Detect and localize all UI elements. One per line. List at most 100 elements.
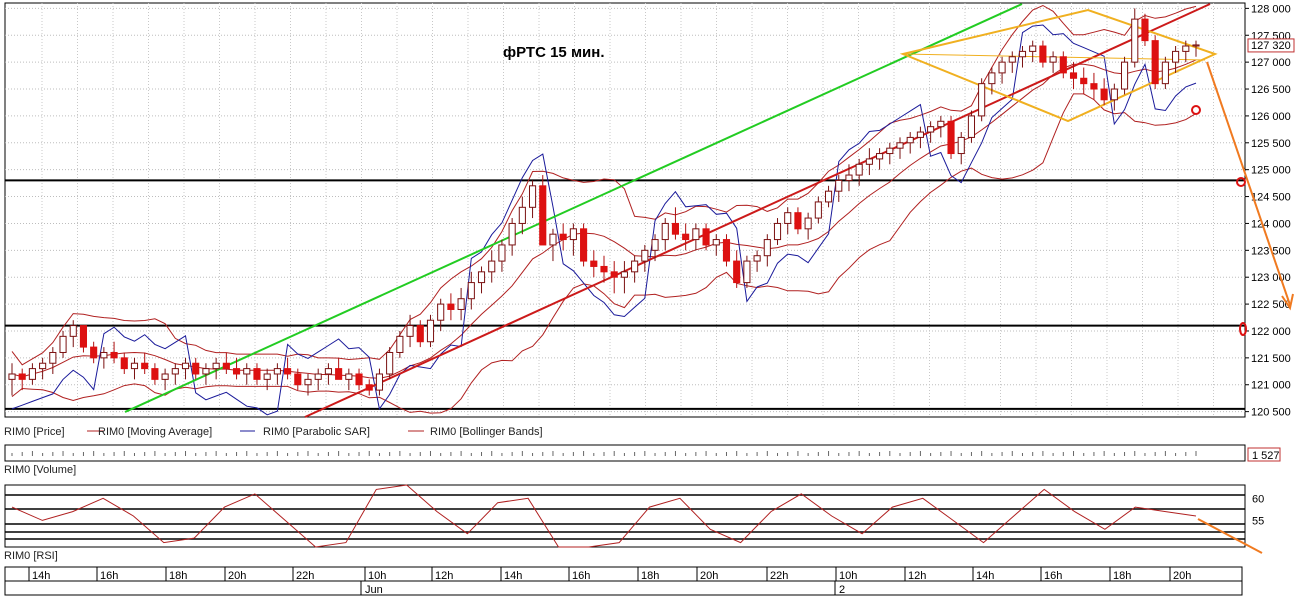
candle-up xyxy=(896,142,904,149)
candle-up xyxy=(814,201,822,219)
candle-up xyxy=(1131,18,1139,63)
candle-up xyxy=(957,136,965,155)
legend-parabolic-sar: RIM0 [Parabolic SAR] xyxy=(263,426,370,438)
candle-up xyxy=(8,373,16,380)
price-tick-label: 126 500 xyxy=(1251,84,1291,96)
candle-up xyxy=(1172,50,1180,63)
candle-down xyxy=(416,325,424,343)
candle-down xyxy=(79,325,88,348)
candle-up xyxy=(161,373,169,380)
candle-up xyxy=(345,373,353,380)
candle-down xyxy=(1069,72,1078,79)
candle-up xyxy=(927,126,935,133)
candle-up xyxy=(181,362,190,370)
price-panel: 120 500121 000121 500122 000122 500123 0… xyxy=(4,2,1295,419)
candle-down xyxy=(559,233,567,241)
candle-up xyxy=(28,368,36,380)
price-tick-label: 128 000 xyxy=(1251,3,1291,15)
candle-up xyxy=(498,244,506,262)
last-price-label: 127 320 xyxy=(1251,40,1291,52)
price-tick-label: 125 500 xyxy=(1251,138,1291,150)
candle-up xyxy=(202,368,210,375)
candle-up xyxy=(692,228,700,241)
candle-down xyxy=(141,362,149,370)
candle-up xyxy=(1161,61,1169,85)
candle-down xyxy=(1039,45,1047,63)
candle-up xyxy=(916,131,924,138)
candle-up xyxy=(763,239,771,257)
candle-up xyxy=(1029,45,1037,52)
time-axis: 14h 16h 18h 20h 22h 10h 12h 14h 16h 18h 20h 22h 10h 1… xyxy=(4,566,1243,596)
candle-up xyxy=(886,147,894,155)
rsi-tick-label: 60 xyxy=(1252,493,1264,505)
candle-up xyxy=(620,271,628,278)
candle-down xyxy=(539,185,547,246)
candle-up xyxy=(69,325,77,337)
candle-up xyxy=(426,319,435,343)
candle-up xyxy=(518,206,526,224)
candle-down xyxy=(1090,83,1098,90)
price-tick-label: 124 000 xyxy=(1251,218,1291,230)
candle-up xyxy=(967,115,976,138)
candle-up xyxy=(569,228,577,241)
candle-down xyxy=(232,368,241,375)
candle-down xyxy=(222,362,230,370)
candle-up xyxy=(804,217,812,230)
chart-window: 120 500 121 000 121 500 122 000 122 500 123 0… xyxy=(0,0,1300,600)
candle-up xyxy=(773,222,782,241)
candle-up xyxy=(1182,45,1190,52)
candle-down xyxy=(947,120,955,155)
price-tick-label: 121 500 xyxy=(1251,353,1291,365)
candle-up xyxy=(978,83,986,117)
candle-down xyxy=(1141,18,1149,42)
rsi-label: RIM0 [RSI] xyxy=(4,550,58,562)
time-tick-label: 14h xyxy=(976,570,994,582)
candle-up xyxy=(1018,50,1027,58)
candle-up xyxy=(651,239,659,251)
time-tick-label: 20h xyxy=(1173,570,1191,582)
candle-up xyxy=(437,303,445,321)
time-tick-label: 10h xyxy=(839,570,857,582)
time-tick-label: 18h xyxy=(1113,570,1131,582)
rsi-tick-label: 55 xyxy=(1252,515,1264,527)
candle-up xyxy=(641,249,649,262)
candle-down xyxy=(151,368,159,380)
candle-down xyxy=(284,368,292,375)
date-label-day-2: 2 xyxy=(839,584,845,596)
candle-up xyxy=(406,325,414,337)
candle-up xyxy=(304,378,312,386)
candle-up xyxy=(661,222,669,241)
volume-label: RIM0 [Volume] xyxy=(4,464,76,476)
candle-down xyxy=(365,384,373,391)
candle-down xyxy=(722,239,731,262)
time-tick-label: 12h xyxy=(908,570,926,582)
candle-up xyxy=(386,351,394,375)
candle-up xyxy=(712,239,720,246)
candle-up xyxy=(876,153,884,160)
candle-down xyxy=(580,228,588,262)
volume-last-label: 1 527 xyxy=(1252,450,1280,462)
candle-up xyxy=(212,362,220,370)
candle-up xyxy=(263,373,271,380)
candle-up xyxy=(324,368,332,375)
candle-up xyxy=(784,212,792,224)
candle-up xyxy=(171,368,179,375)
candle-up xyxy=(998,61,1006,74)
candle-down xyxy=(110,351,118,359)
candle-up xyxy=(243,368,251,375)
legend-price: RIM0 [Price] xyxy=(4,426,65,438)
candle-up xyxy=(39,362,47,370)
time-tick-label: 16h xyxy=(1044,570,1062,582)
chart-canvas: 120 500121 000121 500122 000122 500123 0… xyxy=(4,2,1295,596)
candle-up xyxy=(1008,56,1016,63)
candle-up xyxy=(1049,56,1057,63)
candle-up xyxy=(1110,88,1118,101)
candle-up xyxy=(273,368,281,375)
candle-up xyxy=(508,222,516,246)
volume-panel: 1 527 RIM0 [Volume] xyxy=(4,444,1281,476)
candle-up xyxy=(59,335,67,353)
candle-down xyxy=(794,212,802,230)
time-tick-label: 10h xyxy=(368,570,386,582)
time-tick-label: 20h xyxy=(700,570,718,582)
candle-up xyxy=(49,351,57,364)
